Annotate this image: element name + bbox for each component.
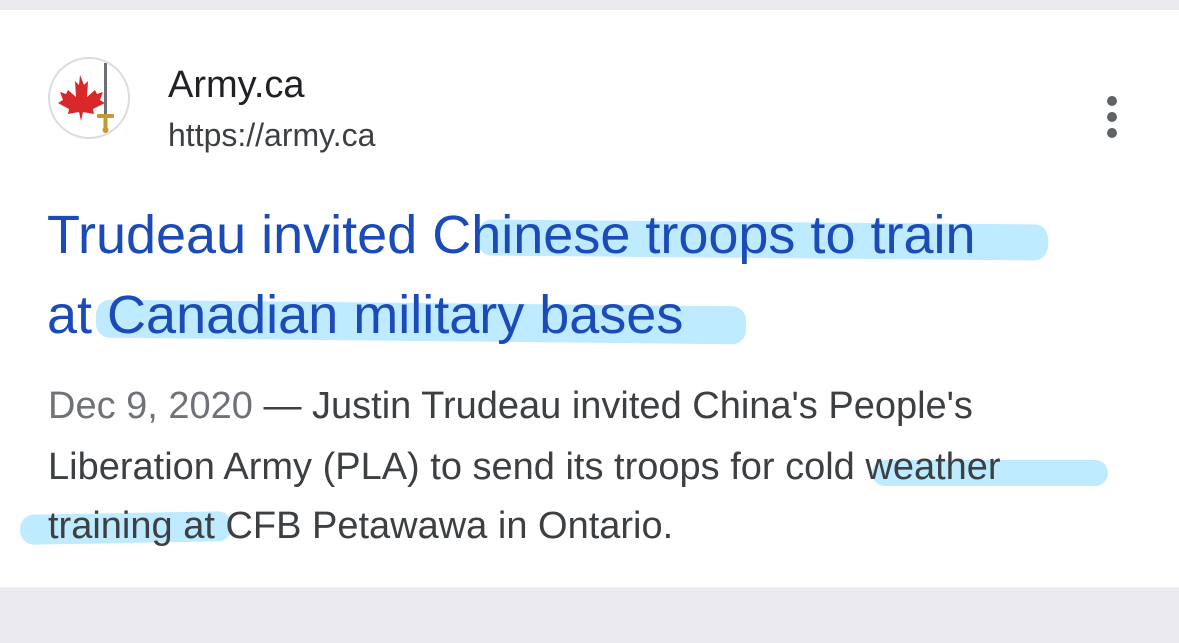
result-snippet-line-3: training at CFB Petawawa in Ontario. [48,505,674,547]
more-options-button[interactable] [1094,92,1130,142]
site-name[interactable]: Army.ca [168,62,305,108]
result-snippet-line-2: Liberation Army (PLA) to send its troops… [48,446,1001,488]
page-background-bottom [0,587,1179,643]
maple-leaf-sword-icon [58,63,114,133]
result-title-line-1[interactable]: Trudeau invited Chinese troops to train [47,203,976,267]
site-favicon[interactable] [48,57,130,139]
result-date: Dec 9, 2020 [48,385,253,427]
more-vert-icon-dot [1107,96,1117,106]
page-background-top [0,0,1179,10]
result-title-line-2[interactable]: at Canadian military bases [47,283,683,347]
more-vert-icon-dot [1107,112,1117,122]
result-snippet-line-1: Dec 9, 2020 — Justin Trudeau invited Chi… [48,383,973,429]
more-vert-icon-dot [1107,128,1117,138]
snippet-text: — Justin Trudeau invited China's People'… [252,385,973,427]
site-url[interactable]: https://army.ca [168,115,375,155]
